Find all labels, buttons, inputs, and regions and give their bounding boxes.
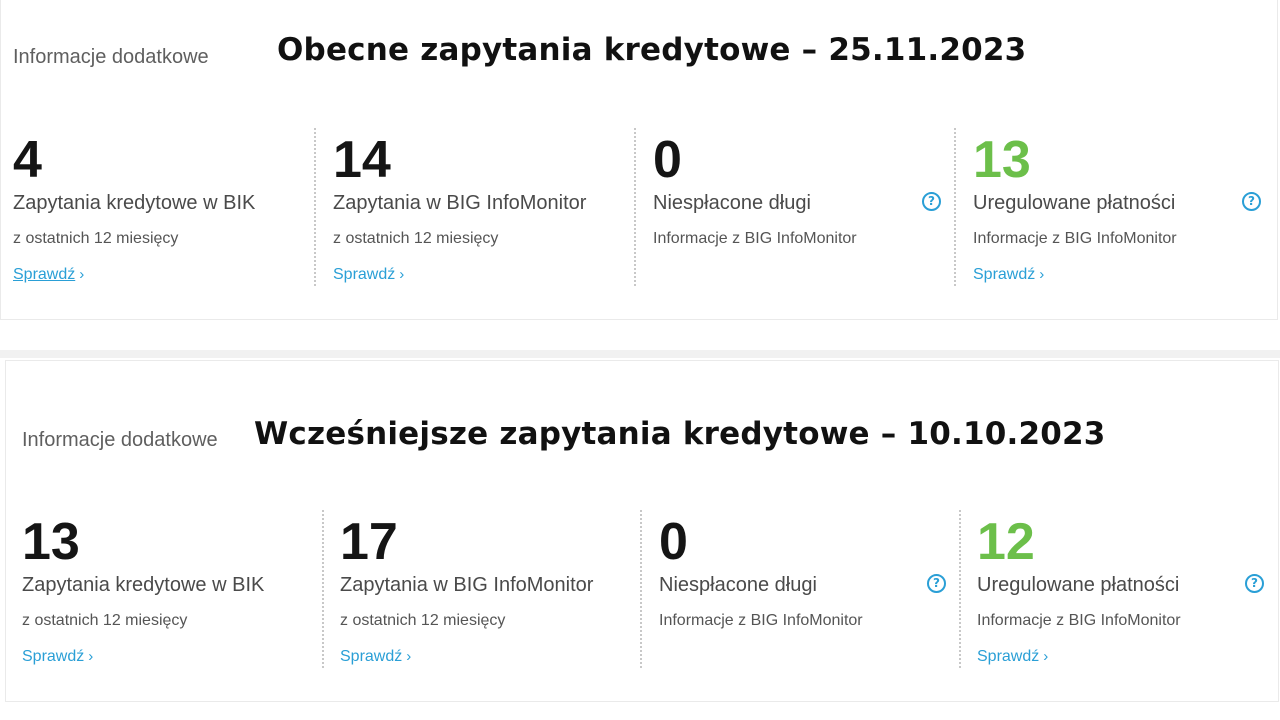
stat-label: Uregulowane płatności xyxy=(973,192,1176,214)
check-link[interactable]: Sprawdź › xyxy=(977,648,1048,666)
chevron-right-icon: › xyxy=(406,648,412,665)
stat-unpaid-debts: 0 Niespłacone długi Informacje z BIG Inf… xyxy=(659,512,959,682)
stat-label: Zapytania w BIG InfoMonitor xyxy=(333,192,587,214)
check-link[interactable]: Sprawdź › xyxy=(340,648,411,666)
stat-value: 17 xyxy=(340,513,398,571)
stat-sub: z ostatnich 12 miesięcy xyxy=(340,612,506,629)
stat-settled-payments: 12 Uregulowane płatności Informacje z BI… xyxy=(977,512,1277,682)
stat-value: 12 xyxy=(977,513,1035,571)
check-link[interactable]: Sprawdź › xyxy=(22,648,93,666)
stat-big-inquiries: 17 Zapytania w BIG InfoMonitor z ostatni… xyxy=(340,512,640,682)
section-title: Wcześniejsze zapytania kredytowe – 10.10… xyxy=(254,416,1106,452)
stat-bik-inquiries: 4 Zapytania kredytowe w BIK z ostatnich … xyxy=(13,130,313,300)
column-divider xyxy=(314,128,316,286)
chevron-right-icon: › xyxy=(1039,266,1045,283)
stat-label: Zapytania kredytowe w BIK xyxy=(13,192,256,214)
stat-label: Zapytania w BIG InfoMonitor xyxy=(340,574,594,596)
stat-sub: Informacje z BIG InfoMonitor xyxy=(973,230,1177,247)
question-circle-icon[interactable]: ? xyxy=(1245,574,1264,593)
stat-sub: z ostatnich 12 miesięcy xyxy=(13,230,179,247)
stat-sub: Informacje z BIG InfoMonitor xyxy=(977,612,1181,629)
chevron-right-icon: › xyxy=(79,266,85,283)
stat-unpaid-debts: 0 Niespłacone długi Informacje z BIG Inf… xyxy=(653,130,953,300)
section-title: Obecne zapytania kredytowe – 25.11.2023 xyxy=(277,32,1027,68)
check-link[interactable]: Sprawdź › xyxy=(13,266,84,284)
stat-sub: z ostatnich 12 miesięcy xyxy=(333,230,499,247)
stat-sub: z ostatnich 12 miesięcy xyxy=(22,612,188,629)
column-divider xyxy=(959,510,961,668)
stat-value: 13 xyxy=(22,513,80,571)
stat-label: Niespłacone długi xyxy=(653,192,811,214)
chevron-right-icon: › xyxy=(88,648,94,665)
stat-sub: Informacje z BIG InfoMonitor xyxy=(659,612,863,629)
stat-settled-payments: 13 Uregulowane płatności Informacje z BI… xyxy=(973,130,1273,300)
section-label: Informacje dodatkowe xyxy=(13,46,209,68)
stat-value: 14 xyxy=(333,131,391,189)
chevron-right-icon: › xyxy=(1043,648,1049,665)
column-divider xyxy=(634,128,636,286)
column-divider xyxy=(322,510,324,668)
question-circle-icon[interactable]: ? xyxy=(927,574,946,593)
check-link[interactable]: Sprawdź › xyxy=(973,266,1044,284)
stat-sub: Informacje z BIG InfoMonitor xyxy=(653,230,857,247)
stat-value: 0 xyxy=(653,131,682,189)
stat-value: 13 xyxy=(973,131,1031,189)
question-circle-icon[interactable]: ? xyxy=(1242,192,1261,211)
stat-label: Zapytania kredytowe w BIK xyxy=(22,574,265,596)
section-separator xyxy=(0,350,1280,358)
stat-label: Niespłacone długi xyxy=(659,574,817,596)
chevron-right-icon: › xyxy=(399,266,405,283)
stat-bik-inquiries: 13 Zapytania kredytowe w BIK z ostatnich… xyxy=(22,512,322,682)
credit-report-comparison: Informacje dodatkowe Obecne zapytania kr… xyxy=(0,0,1280,720)
column-divider xyxy=(954,128,956,286)
stat-value: 4 xyxy=(13,131,42,189)
stat-big-inquiries: 14 Zapytania w BIG InfoMonitor z ostatni… xyxy=(333,130,633,300)
stat-value: 0 xyxy=(659,513,688,571)
check-link[interactable]: Sprawdź › xyxy=(333,266,404,284)
question-circle-icon[interactable]: ? xyxy=(922,192,941,211)
stat-label: Uregulowane płatności xyxy=(977,574,1180,596)
section-label: Informacje dodatkowe xyxy=(22,429,218,451)
column-divider xyxy=(640,510,642,668)
